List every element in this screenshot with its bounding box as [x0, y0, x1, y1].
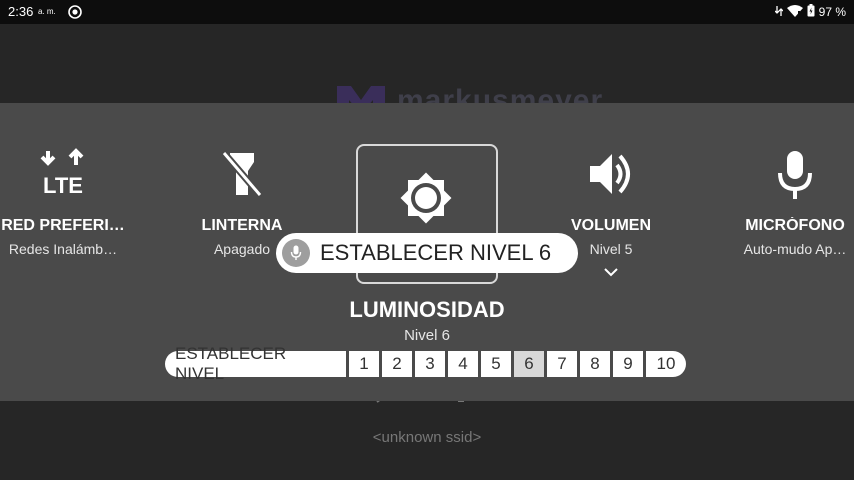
battery-percent: 97 % — [818, 5, 846, 19]
brightness-title: LUMINOSIDAD — [349, 297, 505, 322]
battery-icon — [807, 4, 815, 20]
brightness-subtitle: Nivel 6 — [404, 327, 450, 344]
chrome-icon — [68, 5, 82, 24]
status-icons: 97 % — [774, 4, 846, 20]
tile-label: MICRÓFONO — [745, 217, 845, 234]
volume-icon — [586, 147, 636, 201]
microphone-icon — [770, 147, 820, 201]
lte-icon: LTE — [38, 147, 88, 201]
wifi-icon — [786, 4, 803, 20]
background-ssid: <unknown ssid> — [372, 429, 482, 446]
level-button-1[interactable]: 1 — [349, 351, 379, 377]
tile-label: RED PREFERI… — [1, 217, 125, 234]
svg-text:LTE: LTE — [43, 173, 83, 198]
status-bar: 2:36 a. m. 97 % — [0, 0, 854, 24]
voice-command-text: ESTABLECER NIVEL 6 — [320, 240, 552, 265]
level-button-10[interactable]: 10 — [646, 351, 686, 377]
level-button-4[interactable]: 4 — [448, 351, 478, 377]
level-button-7[interactable]: 7 — [547, 351, 577, 377]
set-level-label[interactable]: ESTABLECER NIVEL — [165, 344, 346, 383]
level-button-6[interactable]: 6 — [514, 351, 544, 377]
data-arrows-icon — [774, 5, 784, 20]
tile-sublabel: Redes Inalámb… — [8, 241, 118, 257]
brightness-icon — [396, 168, 456, 233]
status-ampm: a. m. — [38, 7, 56, 16]
flashlight-off-icon — [217, 147, 267, 201]
voice-command-hint[interactable]: ESTABLECER NIVEL 6 — [276, 233, 578, 273]
tile-sublabel: Auto-mudo Ap… — [743, 241, 847, 257]
level-button-9[interactable]: 9 — [613, 351, 643, 377]
status-time: 2:36 — [8, 4, 34, 19]
level-button-5[interactable]: 5 — [481, 351, 511, 377]
level-selector: ESTABLECER NIVEL 1 2 3 4 5 6 7 8 9 10 — [165, 344, 686, 383]
level-button-3[interactable]: 3 — [415, 351, 445, 377]
mic-icon — [282, 239, 310, 267]
chevron-down-icon[interactable] — [602, 265, 620, 283]
level-button-8[interactable]: 8 — [580, 351, 610, 377]
level-button-2[interactable]: 2 — [382, 351, 412, 377]
